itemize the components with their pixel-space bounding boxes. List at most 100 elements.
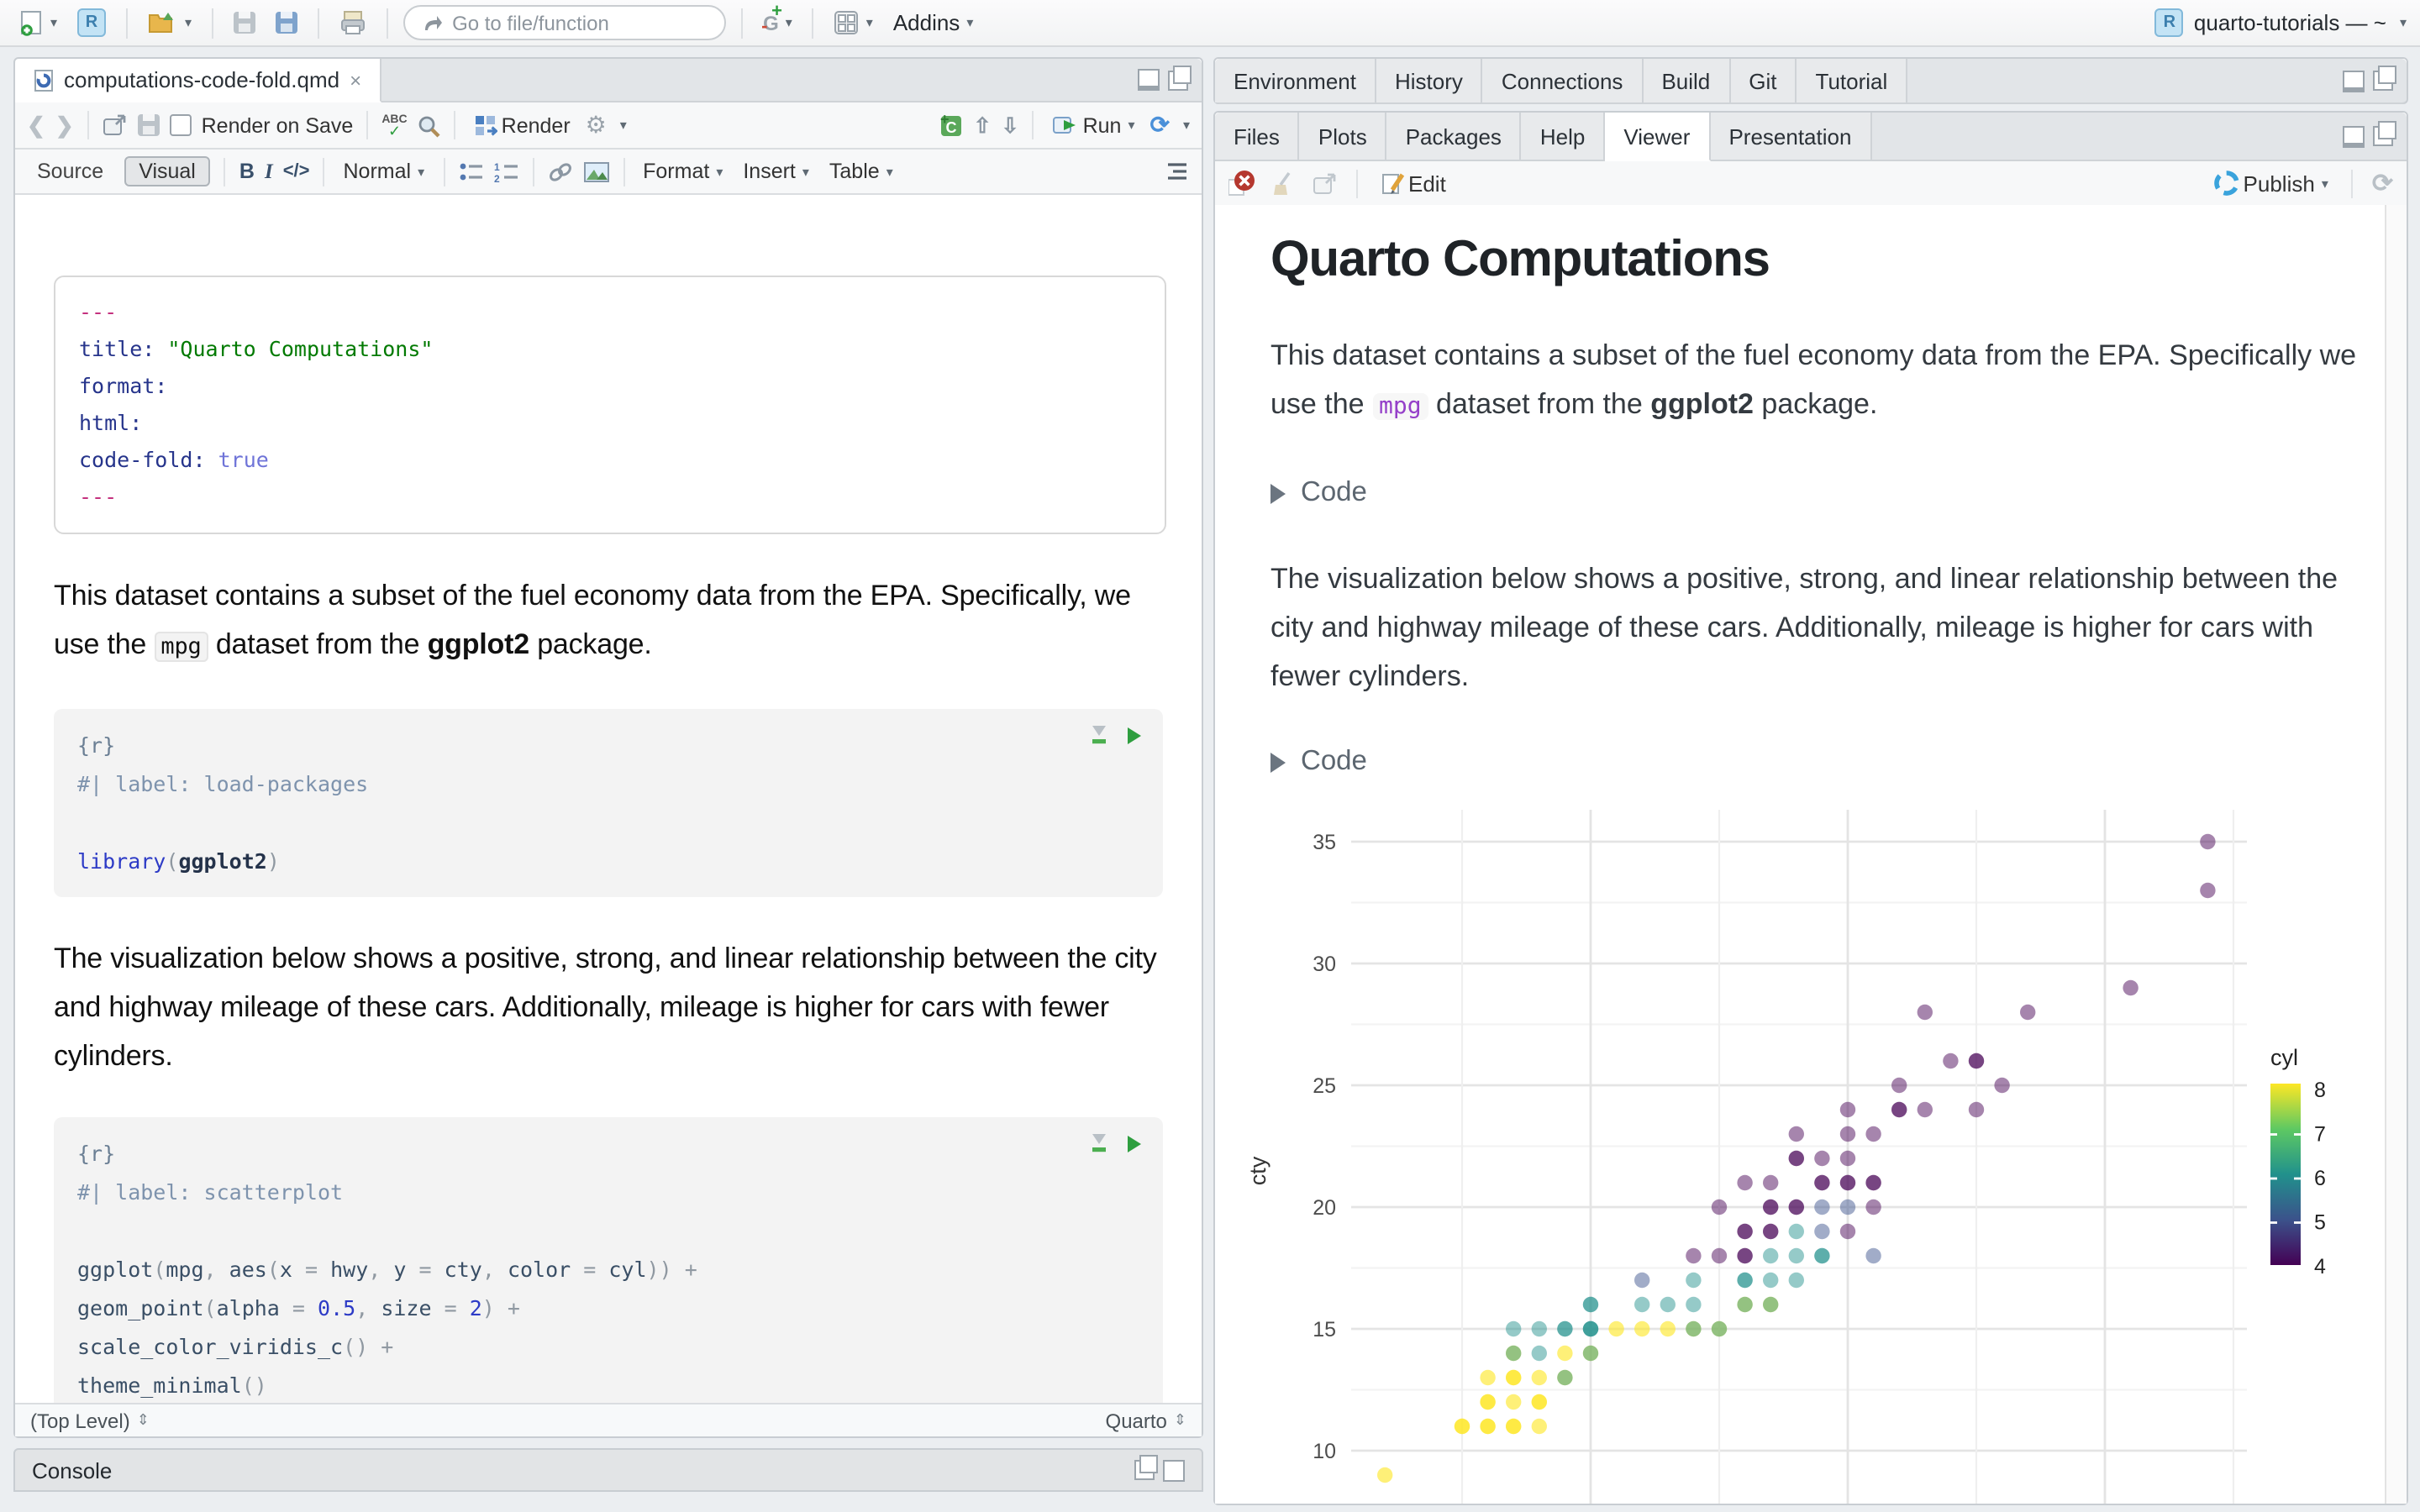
- bold-button[interactable]: B: [239, 160, 255, 183]
- editor-paragraph[interactable]: This dataset contains a subset of the fu…: [54, 571, 1163, 672]
- vcs-button[interactable]: G + - ▾: [758, 1, 797, 36]
- outline-icon[interactable]: [1165, 161, 1190, 181]
- open-file-button[interactable]: ▾: [143, 8, 197, 37]
- code-chunk-load-packages[interactable]: {r} #| label: load-packages library(ggplo…: [54, 709, 1163, 897]
- popout-icon[interactable]: [1313, 172, 1338, 194]
- code-fold-toggle[interactable]: Code: [1270, 746, 2386, 778]
- tab-environment[interactable]: Environment: [1215, 59, 1376, 102]
- tab-plots[interactable]: Plots: [1299, 113, 1387, 160]
- spellcheck-icon[interactable]: ABC ✓: [381, 113, 407, 138]
- numbered-list-icon[interactable]: 12: [493, 160, 518, 182]
- rstudio-window: ▾ R ▾ Go to file/function G + - ▾ ▾ Addins…: [0, 0, 2420, 1512]
- restore-icon[interactable]: [1134, 1455, 1158, 1480]
- render-button[interactable]: Render: [470, 112, 576, 139]
- minimize-icon[interactable]: [2343, 70, 2365, 92]
- tab-label: Git: [1749, 68, 1777, 93]
- publish-button[interactable]: Publish ▾: [2208, 168, 2333, 198]
- viewer-tabbar: Files Plots Packages Help Viewer Present…: [1215, 113, 2407, 161]
- run-chunks-above-icon[interactable]: [1089, 1132, 1109, 1154]
- legend-title: cyl: [2270, 1045, 2298, 1070]
- maximize-icon[interactable]: [1163, 1459, 1185, 1481]
- tab-packages[interactable]: Packages: [1386, 113, 1522, 160]
- search-icon[interactable]: [418, 113, 441, 137]
- tab-viewer[interactable]: Viewer: [1605, 113, 1711, 161]
- save-all-icon: [276, 12, 298, 34]
- environment-tabbar: Environment History Connections Build Gi…: [1215, 59, 2407, 104]
- viewer-scrollbar[interactable]: [2385, 205, 2407, 1504]
- outline-scope[interactable]: (Top Level): [30, 1409, 130, 1432]
- chunk-code: {r} #| label: load-packages library(ggplo…: [77, 726, 1139, 880]
- chevron-down-icon: ▾: [2321, 176, 2328, 191]
- tab-build[interactable]: Build: [1643, 59, 1731, 102]
- tab-git[interactable]: Git: [1730, 59, 1797, 102]
- new-chunk-icon[interactable]: C+: [937, 113, 964, 138]
- new-file-button[interactable]: ▾: [13, 8, 62, 38]
- minimize-icon[interactable]: [1138, 69, 1160, 91]
- render-on-save-checkbox[interactable]: [169, 114, 192, 136]
- new-file-icon: [21, 10, 41, 35]
- forward-icon[interactable]: ❯: [55, 112, 74, 139]
- table-menu[interactable]: Table ▾: [824, 158, 898, 185]
- print-button[interactable]: [334, 8, 371, 37]
- maximize-icon[interactable]: [2373, 66, 2396, 91]
- viewer-document[interactable]: Quarto Computations This dataset contain…: [1215, 205, 2386, 1504]
- maximize-icon[interactable]: [1168, 65, 1192, 90]
- broom-icon[interactable]: [1270, 171, 1297, 196]
- maximize-icon[interactable]: [2373, 121, 2396, 146]
- refresh-icon[interactable]: ⟳: [2372, 168, 2393, 198]
- tab-tutorial[interactable]: Tutorial: [1797, 59, 1908, 102]
- insert-menu[interactable]: Insert ▾: [738, 158, 814, 185]
- back-icon[interactable]: ❮: [27, 112, 45, 139]
- project-menu[interactable]: R quarto-tutorials — ~ ▾: [2154, 8, 2407, 37]
- addins-button[interactable]: Addins ▾: [888, 8, 979, 37]
- source-rerun-icon[interactable]: ⟳: [1150, 111, 1170, 139]
- tab-files[interactable]: Files: [1215, 113, 1300, 160]
- italic-button[interactable]: I: [265, 159, 273, 184]
- tab-presentation[interactable]: Presentation: [1710, 113, 1872, 160]
- editor-paragraph[interactable]: The visualization below shows a positive…: [54, 934, 1163, 1080]
- link-icon[interactable]: [547, 160, 572, 182]
- environment-pane: Environment History Connections Build Gi…: [1213, 57, 2408, 104]
- save-button[interactable]: [229, 10, 260, 35]
- code-chunk-scatterplot[interactable]: {r} #| label: scatterplot ggplot(mpg, aes…: [54, 1117, 1163, 1421]
- run-button[interactable]: Run ▾: [1048, 112, 1140, 139]
- save-all-button[interactable]: [271, 10, 302, 35]
- console-pane-header[interactable]: Console: [13, 1448, 1203, 1492]
- svg-text:10: 10: [1313, 1440, 1336, 1463]
- tab-help[interactable]: Help: [1521, 113, 1606, 160]
- new-project-button[interactable]: R: [72, 7, 111, 39]
- format-menu[interactable]: Format ▾: [638, 158, 728, 185]
- tab-history[interactable]: History: [1376, 59, 1483, 102]
- svg-text:30: 30: [1313, 953, 1336, 976]
- image-icon[interactable]: [582, 160, 609, 182]
- run-chunk-icon[interactable]: [1126, 725, 1143, 745]
- goto-file-input[interactable]: Go to file/function: [403, 5, 727, 40]
- minimize-icon[interactable]: [2343, 125, 2365, 147]
- tab-connections[interactable]: Connections: [1482, 59, 1644, 102]
- bullet-list-icon[interactable]: [458, 160, 483, 182]
- editor-toolbar: ❮ ❯ Render on Save ABC ✓ Render ⚙ ▾ C + ⇧ …: [15, 102, 1202, 150]
- code-fold-toggle[interactable]: Code: [1270, 477, 2386, 509]
- code-button[interactable]: </>: [283, 161, 310, 181]
- source-mode-button[interactable]: Source: [27, 158, 113, 185]
- y-axis-label: cty: [1245, 1156, 1270, 1185]
- popout-icon[interactable]: [103, 114, 128, 136]
- go-prev-chunk-icon[interactable]: ⇧: [974, 113, 992, 138]
- pane-layout-button[interactable]: ▾: [829, 8, 878, 37]
- editor-content[interactable]: --- title: "Quarto Computations" format: h…: [15, 247, 1202, 1431]
- stop-icon[interactable]: [1228, 170, 1255, 197]
- gear-icon[interactable]: ⚙: [586, 111, 607, 139]
- paragraph-style-select[interactable]: Normal ▾: [339, 158, 430, 185]
- visual-mode-button[interactable]: Visual: [124, 156, 211, 186]
- yaml-block[interactable]: --- title: "Quarto Computations" format: h…: [54, 276, 1166, 534]
- editor-tab[interactable]: computations-code-fold.qmd ×: [15, 59, 382, 102]
- save-icon[interactable]: [137, 114, 160, 136]
- edit-button[interactable]: Edit: [1376, 169, 1451, 197]
- run-chunks-above-icon[interactable]: [1089, 724, 1109, 746]
- file-type[interactable]: Quarto: [1106, 1409, 1167, 1432]
- close-icon[interactable]: ×: [350, 68, 361, 92]
- go-next-chunk-icon[interactable]: ⇩: [1002, 113, 1019, 138]
- run-chunk-icon[interactable]: [1126, 1133, 1143, 1153]
- editor-tab-title: computations-code-fold.qmd: [64, 67, 340, 92]
